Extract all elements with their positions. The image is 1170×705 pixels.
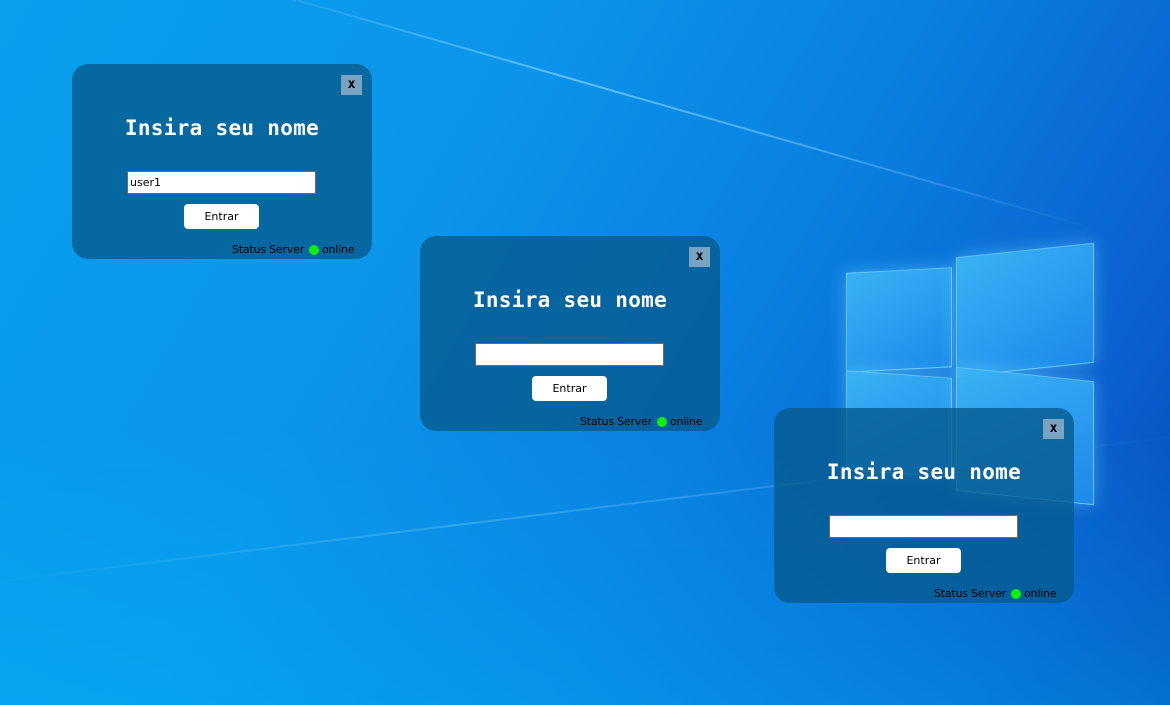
enter-button[interactable]: Entrar: [532, 376, 607, 401]
login-dialog-1: x Insira seu nome Entrar Status Server on…: [72, 64, 372, 259]
windows-logo-pane: [846, 267, 952, 373]
status-value: online: [670, 415, 703, 428]
name-input[interactable]: [127, 171, 316, 194]
dialog-title: Insira seu nome: [472, 288, 668, 312]
status-dot-icon: [657, 417, 668, 427]
server-status: Status Server online: [232, 243, 355, 256]
status-label: Status Server: [934, 587, 1007, 600]
dialog-title: Insira seu nome: [124, 116, 320, 140]
name-input[interactable]: [475, 343, 664, 366]
login-dialog-2: x Insira seu nome Entrar Status Server on…: [420, 236, 720, 431]
status-value: online: [1024, 587, 1057, 600]
close-button[interactable]: x: [1043, 419, 1064, 439]
server-status: Status Server online: [580, 415, 703, 428]
login-dialog-3: x Insira seu nome Entrar Status Server on…: [774, 408, 1074, 603]
status-dot-icon: [309, 245, 320, 255]
server-status: Status Server online: [934, 587, 1057, 600]
name-input[interactable]: [829, 515, 1018, 538]
enter-button[interactable]: Entrar: [184, 204, 259, 229]
close-button[interactable]: x: [341, 75, 362, 95]
close-button[interactable]: x: [689, 247, 710, 267]
dialog-title: Insira seu nome: [826, 460, 1022, 484]
status-label: Status Server: [580, 415, 653, 428]
status-label: Status Server: [232, 243, 305, 256]
status-dot-icon: [1011, 589, 1022, 599]
status-value: online: [322, 243, 355, 256]
windows-logo-pane: [956, 242, 1094, 378]
enter-button[interactable]: Entrar: [886, 548, 961, 573]
